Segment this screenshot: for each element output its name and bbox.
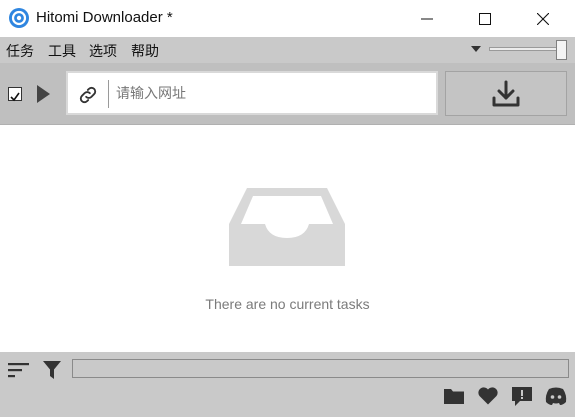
menu-item-options[interactable]: 选项 xyxy=(89,41,117,61)
zoom-slider-handle[interactable] xyxy=(556,40,567,60)
checkmark-icon xyxy=(10,92,20,102)
play-icon[interactable] xyxy=(37,85,50,103)
heart-icon[interactable] xyxy=(477,386,499,406)
url-input[interactable] xyxy=(116,82,426,106)
folder-icon[interactable] xyxy=(443,386,465,406)
link-icon xyxy=(79,86,97,104)
zoom-dropdown-arrow-icon[interactable] xyxy=(471,46,481,52)
download-button[interactable] xyxy=(445,71,567,116)
maximize-button[interactable] xyxy=(456,0,514,37)
close-icon xyxy=(537,12,549,25)
select-all-checkbox[interactable] xyxy=(8,87,22,102)
menu-item-tools[interactable]: 工具 xyxy=(48,41,76,61)
feedback-icon[interactable] xyxy=(511,386,533,408)
download-icon xyxy=(492,80,520,106)
url-divider xyxy=(108,80,109,108)
close-button[interactable] xyxy=(514,0,572,37)
overall-progress-bar xyxy=(72,359,569,378)
menu-item-tasks[interactable]: 任务 xyxy=(6,41,34,61)
minimize-button[interactable] xyxy=(398,0,456,37)
window-title: Hitomi Downloader * xyxy=(36,9,173,26)
menu-item-help[interactable]: 帮助 xyxy=(131,41,159,61)
filter-icon[interactable] xyxy=(43,360,61,380)
url-field xyxy=(66,71,438,115)
task-list-area: There are no current tasks xyxy=(0,126,575,352)
zoom-slider-track[interactable] xyxy=(489,47,563,51)
minimize-icon xyxy=(421,18,433,19)
title-bar: Hitomi Downloader * xyxy=(0,0,575,37)
empty-message: There are no current tasks xyxy=(205,296,370,312)
inbox-tray-icon xyxy=(229,188,345,266)
toolbar xyxy=(0,63,575,125)
status-bar xyxy=(0,352,575,417)
discord-icon[interactable] xyxy=(544,386,568,406)
sort-icon[interactable] xyxy=(8,361,30,379)
app-logo-icon xyxy=(9,8,29,28)
maximize-icon xyxy=(479,12,491,25)
